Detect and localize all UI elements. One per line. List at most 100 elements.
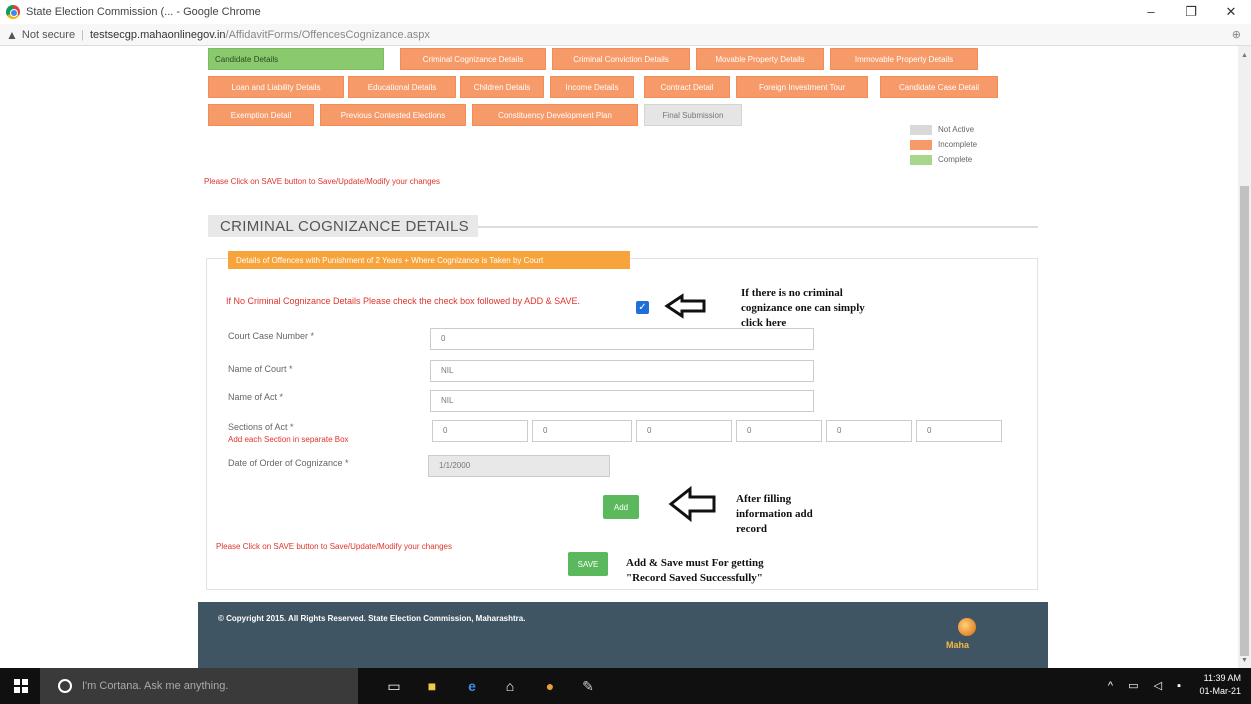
tab-contract[interactable]: Contract Detail (644, 76, 730, 98)
tab-exemption[interactable]: Exemption Detail (208, 104, 314, 126)
left-arrow-icon (664, 293, 706, 319)
annotation-line: If there is no criminal (741, 287, 843, 299)
url-separator: | (81, 28, 84, 41)
clock[interactable]: 11:39 AM 01-Mar-21 (1199, 672, 1241, 698)
tab-final-submission[interactable]: Final Submission (644, 104, 742, 126)
annotation-line: cognizance one can simply (741, 302, 865, 314)
minimize-icon[interactable]: – (1131, 0, 1171, 24)
section-input[interactable]: 0 (736, 420, 822, 442)
annotation-line: record (736, 523, 767, 535)
section-input[interactable]: 0 (916, 420, 1002, 442)
chrome-taskbar-icon[interactable]: ● (540, 676, 560, 696)
file-explorer-icon[interactable]: ■ (422, 676, 442, 696)
maha-logo-icon (958, 618, 976, 636)
window-controls: – ❐ ✕ (1131, 0, 1251, 24)
section-divider (478, 226, 1038, 228)
annotation-line: Add & Save must For getting (626, 557, 764, 569)
scrollbar-thumb[interactable] (1240, 186, 1249, 656)
annotation-line: "Record Saved Successfully" (626, 572, 763, 584)
tab-movable-property[interactable]: Movable Property Details (696, 48, 824, 70)
sections-label: Sections of Act * (228, 422, 294, 432)
court-name-label: Name of Court * (228, 364, 293, 374)
tab-foreign-investment[interactable]: Foreign Investment Tour (736, 76, 868, 98)
page-footer: © Copyright 2015. All Rights Reserved. S… (198, 602, 1048, 668)
page-content: Candidate Details Criminal Cognizance De… (198, 46, 1048, 668)
legend-item: Complete (910, 152, 977, 167)
paint-icon[interactable]: ✎ (578, 676, 598, 696)
section-input[interactable]: 0 (432, 420, 528, 442)
legend-swatch (910, 139, 932, 150)
section-input[interactable]: 0 (826, 420, 912, 442)
legend-label: Complete (938, 155, 973, 164)
warning-icon: ▲ (6, 27, 18, 42)
save-notice-bottom: Please Click on SAVE button to Save/Upda… (216, 542, 452, 551)
add-button[interactable]: Add (603, 495, 639, 519)
legend-label: Incomplete (938, 140, 978, 149)
cortana-placeholder: I'm Cortana. Ask me anything. (82, 680, 229, 692)
windows-start-icon[interactable] (14, 679, 28, 693)
annotation-line: information add (736, 508, 813, 520)
checkbox-annotation: If there is no criminal cognizance one c… (741, 286, 865, 331)
tab-candidate-details[interactable]: Candidate Details (208, 48, 384, 70)
status-legend: Not Active Incomplete Complete (910, 122, 977, 167)
legend-label: Not Active (938, 125, 975, 134)
tab-criminal-cognizance[interactable]: Criminal Cognizance Details (400, 48, 546, 70)
url-host: testsecgp.mahaonlinegov.in (89, 28, 226, 41)
save-annotation: Add & Save must For getting "Record Save… (626, 556, 764, 586)
legend-item: Incomplete (910, 137, 977, 152)
section-input[interactable]: 0 (636, 420, 732, 442)
section-input[interactable]: 0 (532, 420, 632, 442)
copyright-text: © Copyright 2015. All Rights Reserved. S… (218, 614, 526, 623)
store-icon[interactable]: ⌂ (500, 676, 520, 696)
scroll-down-icon[interactable]: ▼ (1241, 657, 1248, 664)
add-annotation: After filling information add record (736, 492, 813, 537)
page-scrollbar[interactable]: ▲ ▼ (1238, 46, 1251, 668)
url-path: /AffidavitForms/OffencesCognizance.aspx (225, 28, 430, 41)
no-cognizance-checkbox[interactable]: ✓ (636, 301, 649, 314)
no-cognizance-label: If No Criminal Cognizance Details Please… (226, 296, 580, 306)
not-secure-label: Not secure (21, 28, 76, 41)
scroll-up-icon[interactable]: ▲ (1241, 52, 1248, 59)
close-icon[interactable]: ✕ (1211, 0, 1251, 24)
tab-previous-elections[interactable]: Previous Contested Elections (320, 104, 466, 126)
tab-constituency-plan[interactable]: Constituency Development Plan (472, 104, 638, 126)
sections-hint: Add each Section in separate Box (228, 435, 349, 444)
zoom-icon[interactable]: ⊕ (1232, 28, 1241, 41)
annotation-line: After filling (736, 493, 792, 505)
court-case-input[interactable]: 0 (430, 328, 814, 350)
edge-icon[interactable]: e (462, 676, 482, 696)
cortana-search-box[interactable]: I'm Cortana. Ask me anything. (40, 668, 358, 704)
date-label: Date of Order of Cognizance * (228, 458, 349, 468)
task-view-icon[interactable]: ▭ (384, 676, 404, 696)
address-bar[interactable]: ▲ Not secure | testsecgp.mahaonlinegov.i… (0, 24, 1251, 46)
tab-loan-liability[interactable]: Loan and Liability Details (208, 76, 344, 98)
court-name-input[interactable]: NIL (430, 360, 814, 382)
tab-immovable-property[interactable]: Immovable Property Details (830, 48, 978, 70)
act-name-input[interactable]: NIL (430, 390, 814, 412)
left-arrow-icon (668, 486, 716, 522)
tab-educational[interactable]: Educational Details (348, 76, 456, 98)
tab-candidate-case[interactable]: Candidate Case Detail (880, 76, 998, 98)
tab-criminal-conviction[interactable]: Criminal Conviction Details (552, 48, 690, 70)
clock-time: 11:39 AM (1203, 673, 1241, 683)
clock-date: 01-Mar-21 (1199, 686, 1241, 696)
system-tray-icons[interactable]: ^ ▭ ◁ ▪ (1108, 679, 1187, 692)
court-case-label: Court Case Number * (228, 331, 315, 341)
act-name-label: Name of Act * (228, 392, 284, 402)
date-input[interactable]: 1/1/2000 (428, 455, 610, 477)
maximize-icon[interactable]: ❐ (1171, 0, 1211, 24)
logo-text: Maha (946, 640, 970, 650)
window-title: State Election Commission (... - Google … (26, 6, 261, 18)
legend-swatch (910, 124, 932, 135)
tab-income[interactable]: Income Details (550, 76, 634, 98)
offence-header: Details of Offences with Punishment of 2… (228, 251, 630, 269)
save-button[interactable]: SAVE (568, 552, 608, 576)
legend-swatch (910, 154, 932, 165)
cortana-icon (58, 679, 72, 693)
annotation-line: click here (741, 317, 787, 329)
chrome-icon (6, 5, 20, 19)
tab-children[interactable]: Children Details (460, 76, 544, 98)
save-notice-top: Please Click on SAVE button to Save/Upda… (204, 177, 440, 186)
legend-item: Not Active (910, 122, 977, 137)
windows-taskbar: I'm Cortana. Ask me anything. ▭ ■ e ⌂ ● … (0, 668, 1251, 704)
